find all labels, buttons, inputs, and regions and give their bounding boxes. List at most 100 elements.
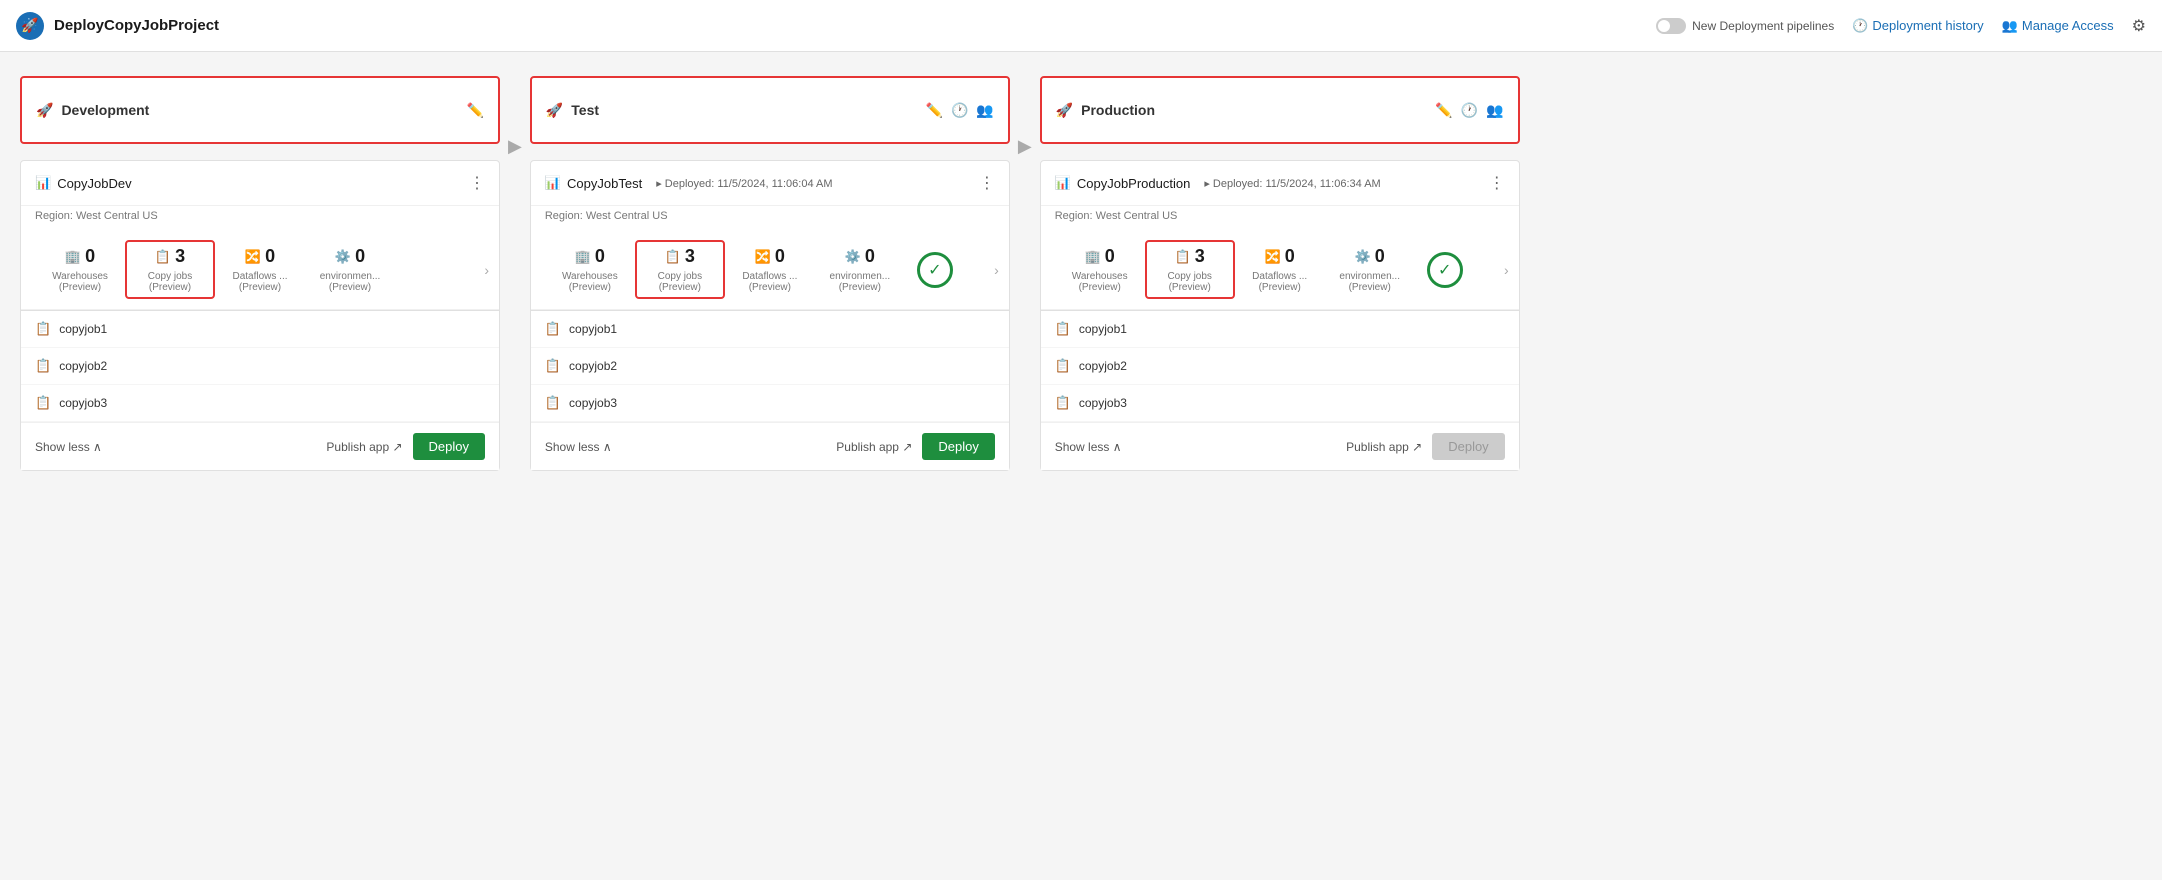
- metrics-row-production: 🏢 0 Warehouses(Preview) 📋 3 Copy jobs(Pr…: [1041, 230, 1519, 310]
- show-less-button-development[interactable]: Show less ∧: [35, 440, 102, 454]
- users-icon-production[interactable]: 👥: [1486, 102, 1503, 119]
- metric-item-development-1[interactable]: 📋 3 Copy jobs(Preview): [125, 240, 215, 299]
- success-indicator-production: ✓: [1427, 252, 1463, 288]
- publish-app-button-development[interactable]: Publish app ↗: [326, 440, 402, 454]
- metric-count-development-3: 0: [355, 246, 365, 267]
- items-list-production: 📋copyjob1📋copyjob2📋copyjob3: [1041, 311, 1519, 422]
- metric-count-test-1: 3: [685, 246, 695, 267]
- metric-count-test-0: 0: [595, 246, 605, 267]
- pipeline-row: 🚀Development✏️📊CopyJobDev⋮Region: West C…: [20, 76, 2142, 471]
- toggle-switch[interactable]: [1656, 18, 1686, 34]
- metric-count-development-1: 3: [175, 246, 185, 267]
- workspace-name-development: CopyJobDev: [57, 176, 131, 191]
- deployment-history-button[interactable]: 🕐 Deployment history: [1852, 18, 1983, 34]
- metric-item-test-3[interactable]: ⚙️ 0 environmen...(Preview): [815, 246, 905, 293]
- metric-item-test-2[interactable]: 🔀 0 Dataflows ...(Preview): [725, 246, 815, 293]
- card-footer-production: Show less ∧ Publish app ↗ Deploy: [1041, 422, 1519, 470]
- list-item-icon-development-1: 📋: [35, 358, 51, 374]
- metric-label-development-0: Warehouses(Preview): [52, 271, 108, 293]
- show-less-button-production[interactable]: Show less ∧: [1055, 440, 1122, 454]
- metric-icon-test-3: ⚙️: [845, 249, 861, 265]
- menu-icon-test[interactable]: ⋮: [979, 173, 995, 193]
- edit-icon-test[interactable]: ✏️: [926, 102, 943, 119]
- deploy-button-production: Deploy: [1432, 433, 1504, 460]
- workspace-region-test: Region: West Central US: [531, 206, 1009, 230]
- stage-name-production: Production: [1081, 102, 1155, 118]
- metric-item-production-3[interactable]: ⚙️ 0 environmen...(Preview): [1325, 246, 1415, 293]
- users-icon-test[interactable]: 👥: [976, 102, 993, 119]
- settings-icon[interactable]: ⚙: [2132, 16, 2146, 36]
- publish-app-button-production[interactable]: Publish app ↗: [1346, 440, 1422, 454]
- list-item-test-2[interactable]: 📋 copyjob3: [531, 385, 1009, 422]
- metric-item-development-0[interactable]: 🏢 0 Warehouses(Preview): [35, 246, 125, 293]
- metric-label-production-3: environmen...(Preview): [1339, 271, 1400, 293]
- deploy-button-test[interactable]: Deploy: [922, 433, 994, 460]
- list-item-icon-test-2: 📋: [545, 395, 561, 411]
- deploy-button-development[interactable]: Deploy: [413, 433, 485, 460]
- workspace-icon-development: 📊: [35, 175, 51, 191]
- metric-item-development-3[interactable]: ⚙️ 0 environmen...(Preview): [305, 246, 395, 293]
- card-footer-development: Show less ∧ Publish app ↗ Deploy: [21, 422, 499, 470]
- show-less-label-development: Show less ∧: [35, 440, 102, 454]
- metric-item-development-2[interactable]: 🔀 0 Dataflows ...(Preview): [215, 246, 305, 293]
- list-item-production-0[interactable]: 📋copyjob1: [1041, 311, 1519, 348]
- workspace-card-production: 📊CopyJobProduction▸ Deployed: 11/5/2024,…: [1040, 160, 1520, 471]
- publish-label-test: Publish app ↗: [836, 440, 912, 454]
- metric-count-production-3: 0: [1375, 246, 1385, 267]
- deployed-info-production: ▸ Deployed: 11/5/2024, 11:06:34 AM: [1204, 177, 1380, 190]
- metric-item-production-1[interactable]: 📋 3 Copy jobs(Preview): [1145, 240, 1235, 299]
- metric-item-test-0[interactable]: 🏢 0 Warehouses(Preview): [545, 246, 635, 293]
- edit-icon-development[interactable]: ✏️: [467, 102, 484, 119]
- publish-label-production: Publish app ↗: [1346, 440, 1422, 454]
- list-item-test-1[interactable]: 📋copyjob2: [531, 348, 1009, 385]
- metrics-row-development: 🏢 0 Warehouses(Preview) 📋 3 Copy jobs(Pr…: [21, 230, 499, 310]
- metric-icon-test-0: 🏢: [575, 249, 591, 265]
- edit-icon-production[interactable]: ✏️: [1435, 102, 1452, 119]
- show-less-label-test: Show less ∧: [545, 440, 612, 454]
- list-item-name-development-1: copyjob2: [59, 359, 107, 373]
- metric-icon-production-1: 📋: [1175, 249, 1191, 265]
- history-icon-test[interactable]: 🕐: [951, 102, 968, 119]
- metric-item-production-0[interactable]: 🏢 0 Warehouses(Preview): [1055, 246, 1145, 293]
- metrics-arrow-test[interactable]: ›: [994, 262, 999, 278]
- list-item-development-2[interactable]: 📋copyjob3: [21, 385, 499, 422]
- workspace-name-test: CopyJobTest: [567, 176, 642, 191]
- list-item-development-0[interactable]: 📋copyjob1: [21, 311, 499, 348]
- list-item-test-0[interactable]: 📋copyjob1: [531, 311, 1009, 348]
- publish-app-button-test[interactable]: Publish app ↗: [836, 440, 912, 454]
- stage-icon-production: 🚀: [1056, 102, 1073, 119]
- manage-access-button[interactable]: 👥 Manage Access: [2002, 18, 2114, 34]
- workspace-icon-test: 📊: [545, 175, 561, 191]
- list-item-name-development-2: copyjob3: [59, 396, 107, 410]
- show-less-button-test[interactable]: Show less ∧: [545, 440, 612, 454]
- list-item-production-2[interactable]: 📋copyjob3: [1041, 385, 1519, 422]
- history-icon-production[interactable]: 🕐: [1461, 102, 1478, 119]
- list-item-development-1[interactable]: 📋 copyjob2: [21, 348, 499, 385]
- metrics-arrow-production[interactable]: ›: [1504, 262, 1509, 278]
- workspace-icon-production: 📊: [1055, 175, 1071, 191]
- list-item-icon-development-0: 📋: [35, 321, 51, 337]
- workspace-card-development: 📊CopyJobDev⋮Region: West Central US 🏢 0 …: [20, 160, 500, 471]
- list-item-icon-production-0: 📋: [1055, 321, 1071, 337]
- items-list-test: 📋copyjob1📋copyjob2📋copyjob3: [531, 311, 1009, 422]
- new-deployment-pipelines-toggle[interactable]: New Deployment pipelines: [1656, 18, 1834, 34]
- workspace-region-production: Region: West Central US: [1041, 206, 1519, 230]
- metric-label-production-1: Copy jobs(Preview): [1167, 271, 1211, 293]
- list-item-name-production-2: copyjob3: [1079, 396, 1127, 410]
- metric-item-test-1[interactable]: 📋 3 Copy jobs(Preview): [635, 240, 725, 299]
- metric-count-production-2: 0: [1285, 246, 1295, 267]
- menu-icon-production[interactable]: ⋮: [1489, 173, 1505, 193]
- app-icon: 🚀: [16, 12, 44, 40]
- list-item-icon-test-1: 📋: [545, 358, 561, 374]
- metric-item-production-2[interactable]: 🔀 0 Dataflows ...(Preview): [1235, 246, 1325, 293]
- list-item-name-production-1: copyjob2: [1079, 359, 1127, 373]
- list-item-name-test-2: copyjob3: [569, 396, 617, 410]
- metric-icon-development-2: 🔀: [245, 249, 261, 265]
- menu-icon-development[interactable]: ⋮: [469, 173, 485, 193]
- list-item-icon-test-0: 📋: [545, 321, 561, 337]
- list-item-production-1[interactable]: 📋copyjob2: [1041, 348, 1519, 385]
- app-title: DeployCopyJobProject: [54, 17, 219, 34]
- metrics-arrow-development[interactable]: ›: [484, 262, 489, 278]
- metric-label-development-1: Copy jobs(Preview): [148, 271, 192, 293]
- top-bar: 🚀 DeployCopyJobProject New Deployment pi…: [0, 0, 2162, 52]
